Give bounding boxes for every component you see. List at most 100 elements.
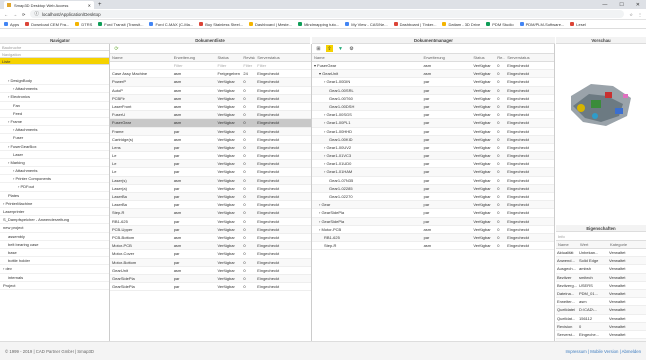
address-field[interactable]: ⓘ localhost/Application/Desktop	[30, 10, 625, 18]
navigator-item[interactable]: › FuserGearBox	[0, 143, 109, 151]
tree-row[interactable]: Gear1-00KID par Verfügbar 0 Eingecheckt	[312, 135, 554, 144]
filter-cell[interactable]: Filter	[255, 62, 311, 69]
table-row[interactable]: Le par Verfügbar 0 Eingecheckt	[110, 168, 311, 177]
navigator-item[interactable]: › dev	[0, 265, 109, 274]
star-icon[interactable]: ☆	[629, 12, 633, 17]
browser-tab[interactable]: Smap3D Desktop Web Access ✕	[4, 1, 94, 9]
tree-row[interactable]: › Gear1-01UD0 par Verfügbar 0 Eingecheckt	[312, 160, 554, 169]
tree-row[interactable]: › Gear1-00PL1 par Verfügbar 0 Eingecheckt	[312, 119, 554, 128]
table-row[interactable]: Case Assy Machine asm Freigegeben 24 Eingech…	[110, 70, 311, 79]
tree-row[interactable]: ▾ GearUnit asm Verfügbar 0 Eingecheckt	[312, 70, 554, 79]
column-header[interactable]: Serverstatus	[505, 54, 554, 61]
bookmark-item[interactable]: PDM Studio	[486, 22, 514, 27]
column-header[interactable]: Erweiterung	[172, 54, 216, 61]
tree-row[interactable]: Gear1-02285 par Verfügbar 0 Eingecheckt	[312, 184, 554, 193]
bookmark-item[interactable]: Buy Stainless Steel...	[199, 22, 243, 27]
tree-row[interactable]: › Gear1-01VC3 par Verfügbar 0 Eingecheckt	[312, 152, 554, 161]
tree-row[interactable]: › GearSidePla par Verfügbar 0 Eingecheckt	[312, 209, 554, 218]
table-row[interactable]: PCB-Bottom asm Verfügbar 0 Eingecheckt	[110, 234, 311, 243]
navigator-item[interactable]: new project	[0, 224, 109, 233]
bookmark-item[interactable]: PDM/PLM-Software...	[519, 22, 564, 27]
bookmark-item[interactable]: Download CEM Fra...	[25, 22, 69, 27]
table-row[interactable]: PCBFir asm Verfügbar 0 Eingecheckt	[110, 94, 311, 103]
bookmark-item[interactable]: My View - CAS/Ne...	[345, 22, 388, 27]
new-tab-icon[interactable]: +	[98, 1, 102, 9]
navigator-filter[interactable]: Liste	[0, 58, 109, 65]
table-row[interactable]: PowerP asm Verfügbar 0 Eingecheckt	[110, 78, 311, 87]
column-header[interactable]: Wert	[578, 241, 608, 248]
filter-cell[interactable]	[110, 62, 172, 69]
navigator-item[interactable]: › Frame	[0, 118, 109, 127]
table-row[interactable]: Frame par Verfügbar 0 Eingecheckt	[110, 127, 311, 136]
navigator-item[interactable]: › PrinterMachine	[0, 200, 109, 208]
bookmark-item[interactable]: Dashboard | Meste...	[249, 22, 292, 27]
maximize-icon[interactable]: ☐	[619, 2, 623, 8]
footer-links[interactable]: Impressum | Mobile Version | Abmelden	[565, 349, 641, 354]
bookmark-item[interactable]: Dashboard | Tinker...	[393, 22, 436, 27]
navigator-filter[interactable]: Navigation	[0, 51, 109, 58]
navigator-item[interactable]: Fan	[0, 102, 109, 110]
table-row[interactable]: FuserGear asm Verfügbar 0 Eingecheckt	[110, 119, 311, 128]
table-row[interactable]: LaserBa par Verfügbar 0 Eingecheckt	[110, 201, 311, 210]
table-row[interactable]: Motor-PCB asm Verfügbar 0 Eingecheckt	[110, 242, 311, 251]
table-row[interactable]: PCB-Upper par Verfügbar 0 Eingecheckt	[110, 225, 311, 234]
minimize-icon[interactable]: —	[602, 2, 607, 8]
bookmark-item[interactable]: Apps	[4, 22, 19, 27]
filter-cell[interactable]: Filter	[172, 62, 216, 69]
navigator-item[interactable]: › Printer Components	[0, 175, 109, 184]
table-row[interactable]: Le par Verfügbar 0 Eingecheckt	[110, 152, 311, 161]
navigator-item[interactable]: bottle holder	[0, 257, 109, 266]
column-header[interactable]: Status	[471, 54, 495, 61]
filter-cell[interactable]: Filter	[215, 62, 241, 69]
navigator-item[interactable]: internals	[0, 274, 109, 282]
tree-row[interactable]: › Gear1-00UV2 par Verfügbar 0 Eingecheckt	[312, 144, 554, 153]
column-header[interactable]: Erweiterung	[422, 54, 472, 61]
tree-row[interactable]: Gear1-02270 par Verfügbar 0 Eingecheckt	[312, 193, 554, 202]
tree-row[interactable]: Gear1-00SRL par Verfügbar 0 Eingecheckt	[312, 86, 554, 95]
back-icon[interactable]: ←	[4, 12, 8, 17]
navigator-filter[interactable]: Baubruche	[0, 44, 109, 51]
navigator-item[interactable]: › Attachments	[0, 126, 109, 135]
column-header[interactable]: Name	[556, 241, 578, 248]
navigator-item[interactable]: Project	[0, 282, 109, 290]
tree-row[interactable]: ▾ FuserGear asm Verfügbar 0 Eingecheckt	[312, 62, 554, 71]
tree-row[interactable]: › Gear1-00HHD par Verfügbar 0 Eingecheckt	[312, 128, 554, 136]
navigator-item[interactable]: base	[0, 249, 109, 258]
navigator-item[interactable]: › Attachments	[0, 85, 109, 94]
table-row[interactable]: Le par Verfügbar 0 Eingecheckt	[110, 160, 311, 169]
bookmark-item[interactable]: Lesel	[570, 22, 586, 27]
navigator-item[interactable]: Fuser	[0, 134, 109, 143]
tree-icon[interactable]: ⊞	[315, 45, 322, 52]
bookmark-item[interactable]: DTRS	[75, 22, 92, 27]
filter-icon[interactable]: ▼	[337, 45, 344, 52]
navigator-item[interactable]: assembly	[0, 233, 109, 241]
table-row[interactable]: FuserU asm Verfügbar 0 Eingecheckt	[110, 111, 311, 120]
column-header[interactable]: Revision	[241, 54, 255, 61]
close-tab-icon[interactable]: ✕	[88, 3, 91, 8]
table-row[interactable]: Laser(a) par Verfügbar 0 Eingecheckt	[110, 185, 311, 193]
tree-row[interactable]: › GearSidePla par Verfügbar 0 Eingecheckt	[312, 217, 554, 226]
tree-row[interactable]: › Gear par Verfügbar 0 Eingecheckt	[312, 201, 554, 210]
tree-row[interactable]: Gear1-00T60 par Verfügbar 0 Eingecheckt	[312, 95, 554, 103]
table-row[interactable]: RB1-625 par Verfügbar 0 Eingecheckt	[110, 218, 311, 226]
reload-icon[interactable]: ⟳	[22, 12, 25, 17]
tree-row[interactable]: Step-R asm Verfügbar 0 Eingecheckt	[312, 242, 554, 251]
bookmark-item[interactable]: Ford C-MAX (C-Ma...	[149, 22, 193, 27]
properties-filter[interactable]: Info	[556, 232, 646, 241]
table-row[interactable]: Step-R asm Verfügbar 0 Eingecheckt	[110, 209, 311, 218]
tree-row[interactable]: RB1-625 par Verfügbar 0 Eingecheckt	[312, 233, 554, 243]
navigator-item[interactable]: › Electronics	[0, 93, 109, 102]
column-header[interactable]: Status	[215, 54, 241, 61]
column-header[interactable]: Name	[312, 54, 422, 61]
filter-cell[interactable]: Filter	[241, 62, 255, 69]
navigator-item[interactable]: › DesignBody	[0, 77, 109, 86]
table-row[interactable]: Laser(s) asm Verfügbar 0 Eingecheckt	[110, 176, 311, 185]
navigator-item[interactable]: Plates	[0, 192, 109, 200]
navigator-item[interactable]: belt bearing case	[0, 241, 109, 249]
table-row[interactable]: GearUnit asm Verfügbar 0 Eingecheckt	[110, 267, 311, 275]
bookmark-item[interactable]: Ford Transit (Transit...	[98, 22, 143, 27]
tree-row[interactable]: › Gear1-00SGS par Verfügbar 0 Eingecheckt	[312, 111, 554, 120]
upload-icon[interactable]: ⇧	[326, 45, 333, 52]
navigator-item[interactable]: › Marking	[0, 159, 109, 168]
refresh-icon[interactable]: ⟳	[113, 45, 120, 52]
